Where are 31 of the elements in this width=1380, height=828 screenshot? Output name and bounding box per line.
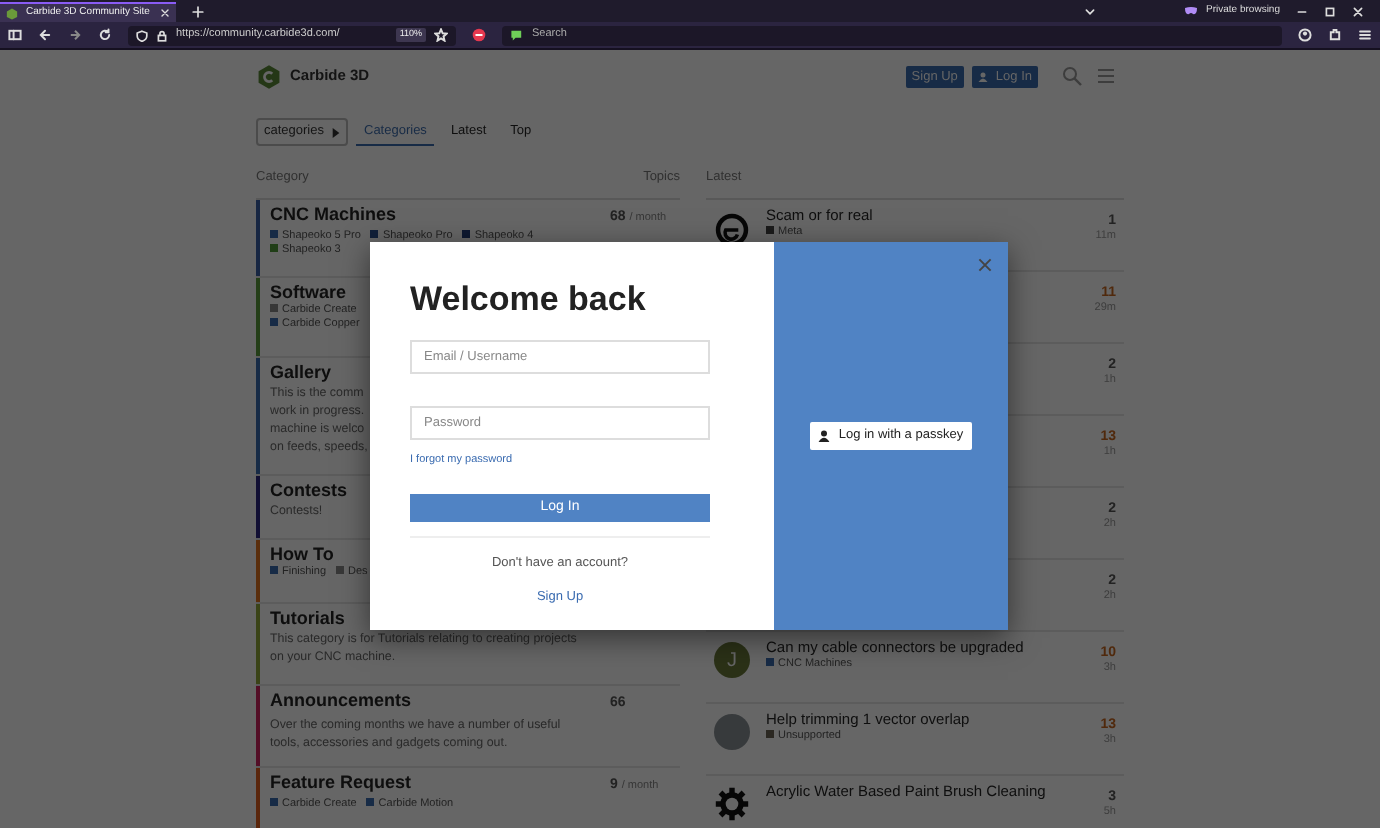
back-icon[interactable] — [38, 28, 52, 42]
photo-placeholder — [714, 714, 750, 750]
category-name[interactable]: Gallery — [270, 360, 332, 384]
category-name[interactable]: Tutorials — [270, 606, 345, 630]
caret-icon — [332, 127, 340, 137]
lock-icon — [156, 29, 168, 41]
blocked-icon[interactable] — [472, 28, 486, 42]
speech-bubble-icon — [510, 28, 524, 42]
sidebar-icon[interactable] — [8, 28, 22, 42]
mask-icon — [1184, 6, 1199, 16]
account-icon[interactable] — [1298, 28, 1312, 42]
chevron-down-icon[interactable] — [1084, 5, 1097, 17]
category-name[interactable]: CNC Machines — [270, 202, 397, 226]
minimize-icon[interactable] — [1296, 5, 1308, 17]
category-name[interactable]: Feature Request — [270, 770, 412, 794]
user-avatar: J — [714, 642, 750, 678]
gear-icon — [714, 786, 750, 822]
category-name[interactable]: How To — [270, 542, 334, 566]
category-name[interactable]: Software — [270, 280, 347, 304]
forward-icon[interactable] — [68, 28, 82, 42]
user-icon — [818, 430, 831, 442]
star-icon[interactable] — [434, 28, 448, 42]
category-name[interactable]: Announcements — [270, 688, 412, 712]
reload-icon[interactable] — [98, 28, 112, 42]
plus-icon[interactable] — [192, 6, 204, 18]
shield-icon — [136, 29, 148, 41]
category-name[interactable]: Contests — [270, 478, 348, 502]
modal-title: Welcome back — [410, 280, 648, 320]
user-icon — [977, 71, 988, 81]
hexagon-logo-icon — [256, 63, 282, 89]
maximize-icon[interactable] — [1324, 5, 1336, 17]
